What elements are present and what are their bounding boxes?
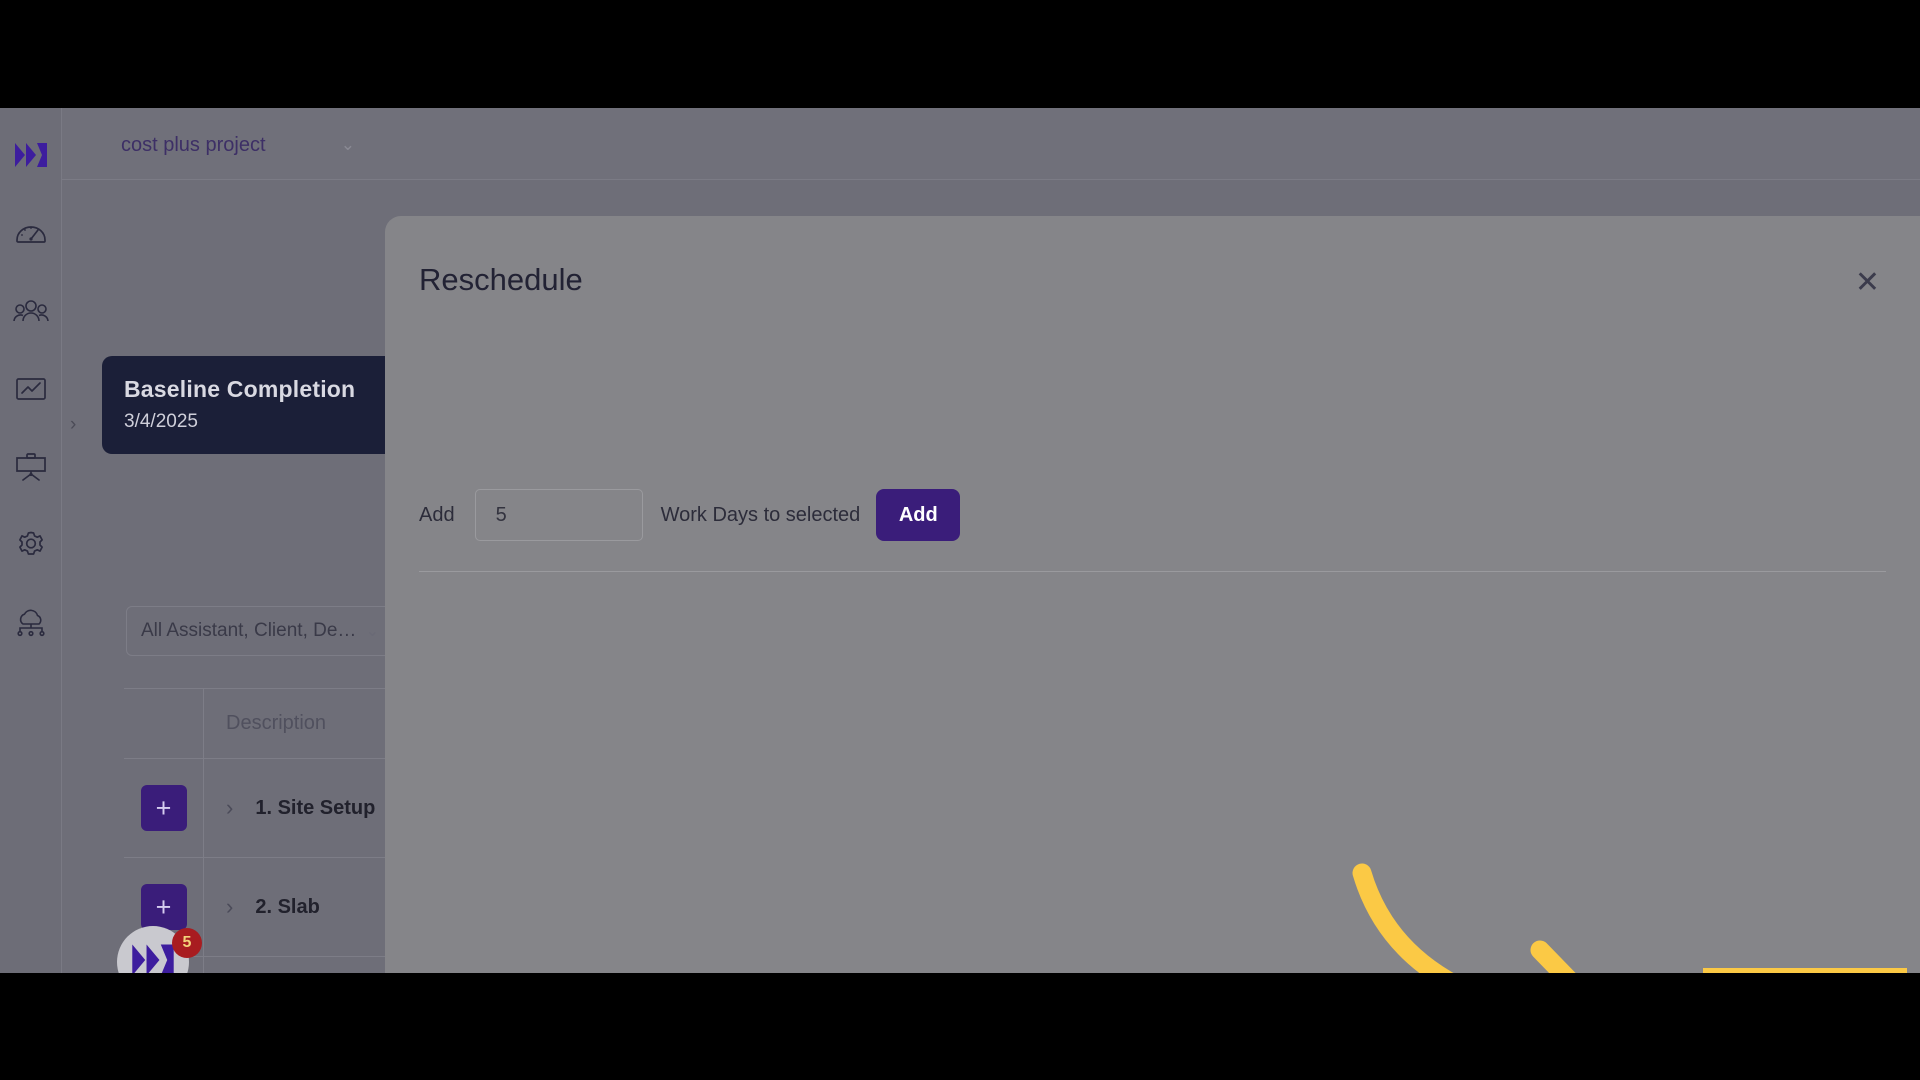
add-work-days-row: Add 5 Work Days to selected Add [419,489,961,541]
sidebar-item-settings[interactable] [0,506,62,584]
baseline-completion-card: Baseline Completion 3/4/2025 [102,356,432,454]
people-group-icon [12,298,49,324]
sidebar-item-team[interactable] [0,272,62,350]
row-description-label: 2. Slab [255,895,320,918]
add-task-button[interactable]: + [140,785,187,831]
baseline-card-date: 3/4/2025 [124,411,198,432]
assignee-filter-dropdown[interactable]: All Assistant, Client, De… ⌄ [126,606,394,656]
modal-title: Reschedule [419,262,583,297]
reschedule-highlight-box [1703,968,1907,973]
chat-unread-badge: 5 [172,928,202,958]
work-days-input[interactable]: 5 [474,489,643,541]
add-button[interactable]: Add [876,489,961,541]
add-prefix-label: Add [419,503,455,526]
row-description-label: 1. Site Setup [255,796,376,819]
presentation-board-icon [15,453,47,481]
sidebar-item-reports[interactable] [0,350,62,428]
speedometer-icon [15,220,47,246]
sidebar-rail [0,108,62,973]
m-logo-icon [131,943,175,973]
chevron-right-icon[interactable]: › [226,894,233,920]
cloud-network-icon [14,609,48,637]
row-action-cell: + [124,759,204,857]
top-bar: cost plus project ⌄ [62,108,1920,180]
gear-icon [16,530,46,560]
sidebar-item-logo[interactable] [0,116,62,194]
sidebar-item-integrations[interactable] [0,584,62,662]
panel-collapse-handle[interactable]: › [70,414,76,436]
app-viewport: cost plus project ⌄ Baseline Completion … [0,108,1920,973]
filter-value: All Assistant, Client, De… [141,620,357,641]
chevron-down-icon: ⌄ [340,135,355,154]
m-logo-icon [14,142,48,168]
project-selector[interactable]: cost plus project ⌄ [107,122,369,168]
chart-frame-icon [15,376,47,402]
chevron-down-icon: ⌄ [365,623,379,640]
sidebar-item-dashboard[interactable] [0,194,62,272]
close-icon[interactable]: ✕ [1855,268,1880,298]
screenshot-root: cost plus project ⌄ Baseline Completion … [0,0,1920,1080]
modal-header-divider [419,571,1886,572]
add-task-button[interactable]: + [140,884,187,930]
sidebar-item-presentation[interactable] [0,428,62,506]
reschedule-modal: Reschedule ✕ Add 5 Work Days to selected… [385,216,1920,973]
work-days-suffix-label: Work Days to selected [660,503,861,526]
baseline-card-title: Baseline Completion [124,376,356,402]
table-header-actions [124,689,204,758]
project-name: cost plus project [121,133,266,156]
chevron-right-icon[interactable]: › [226,795,233,821]
